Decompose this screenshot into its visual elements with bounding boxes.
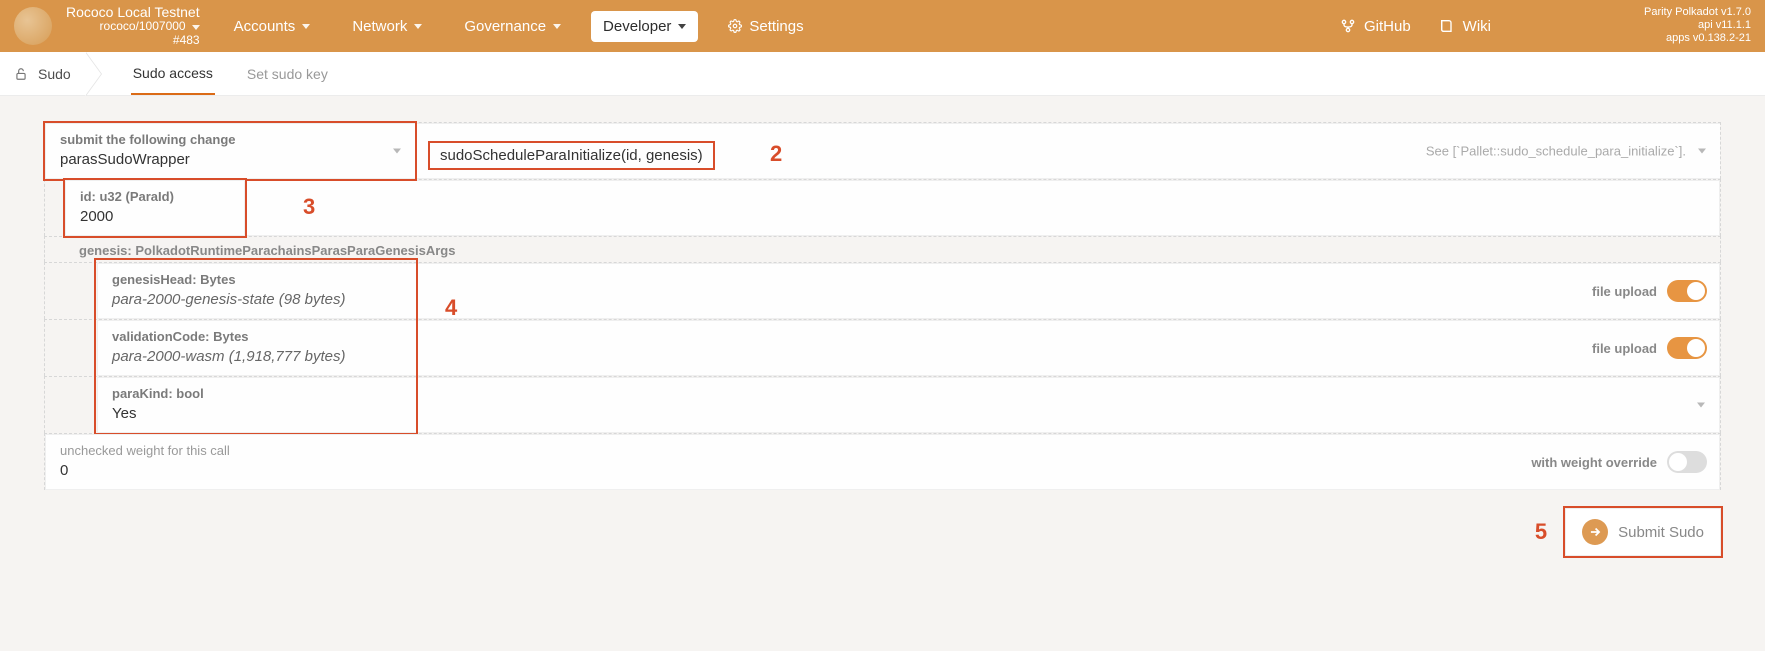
chevron-down-icon [192,25,200,30]
nav-governance[interactable]: Governance [452,11,573,42]
sub-nav: Sudo Sudo access Set sudo key [0,52,1765,96]
version-info: Parity Polkadot v1.7.0 api v11.1.1 apps … [1644,6,1751,46]
nav-network[interactable]: Network [340,11,434,42]
tab-set-sudo-key[interactable]: Set sudo key [245,54,330,94]
weight-override-group: with weight override [1531,451,1707,473]
row-genesis-head: genesisHead: Bytes para-2000-genesis-sta… [44,262,1721,319]
submit-icon [1582,519,1608,545]
validation-code-label: validationCode: Bytes [112,329,1705,344]
chevron-down-icon [1697,403,1705,408]
weight-field: unchecked weight for this call 0 with we… [45,434,1720,490]
annotation-2: 2 [770,141,782,167]
chevron-down-icon [553,24,561,29]
id-label: id: u32 (ParaId) [80,189,230,204]
top-bar: Rococo Local Testnet rococo/1007000 #483… [0,0,1765,52]
nav-accounts-label: Accounts [234,18,296,35]
row-para-kind: paraKind: bool Yes [44,376,1721,433]
network-chain-text: rococo/1007000 [100,20,186,34]
version-line-2: api v11.1.1 [1644,19,1751,32]
validation-code-value: para-2000-wasm (1,918,777 bytes) [112,348,1705,365]
wiki-link[interactable]: Wiki [1439,18,1491,35]
chevron-down-icon [678,24,686,29]
row-weight: unchecked weight for this call 0 with we… [44,433,1721,490]
branch-icon [1340,18,1356,34]
breadcrumb-label: Sudo [38,66,71,82]
method-value: sudoScheduleParaInitialize(id, genesis) [430,143,713,168]
gear-icon [728,19,742,33]
annotation-4: 4 [445,295,457,321]
chevron-down-icon [302,24,310,29]
module-value: parasSudoWrapper [60,151,401,168]
row-module-method: submit the following change parasSudoWra… [44,122,1721,179]
unlock-icon [14,67,28,81]
chevron-down-icon [1698,149,1706,154]
book-icon [1439,18,1455,34]
github-link[interactable]: GitHub [1340,18,1411,35]
chain-avatar [14,7,52,45]
nav-accounts[interactable]: Accounts [222,11,323,42]
weight-label: unchecked weight for this call [60,443,1705,458]
top-right-links: GitHub Wiki [1340,18,1491,35]
section-label: submit the following change [60,132,401,147]
row-validation-code: validationCode: Bytes para-2000-wasm (1,… [44,319,1721,376]
weight-override-label: with weight override [1531,455,1657,470]
chevron-down-icon [393,149,401,154]
nav-settings[interactable]: Settings [716,11,815,42]
toggle-file-upload-validation-code[interactable] [1667,337,1707,359]
nav-developer[interactable]: Developer [591,11,698,42]
genesis-head-value: para-2000-genesis-state (98 bytes) [112,291,1705,308]
sudo-form-panel: submit the following change parasSudoWra… [44,122,1721,556]
method-hint: See [`Pallet::sudo_schedule_para_initial… [1426,144,1686,159]
row-id: id: u32 (ParaId) 2000 3 [44,179,1721,236]
submit-row: 5 Submit Sudo [44,508,1721,556]
genesis-head-field[interactable]: genesisHead: Bytes para-2000-genesis-sta… [97,263,1720,319]
id-field-highlight: id: u32 (ParaId) 2000 [65,180,245,236]
breadcrumb[interactable]: Sudo [14,66,101,82]
module-dropdown[interactable]: submit the following change parasSudoWra… [45,123,415,179]
version-line-1: Parity Polkadot v1.7.0 [1644,6,1751,19]
chevron-down-icon [414,24,422,29]
para-kind-value: Yes [112,405,1705,422]
para-kind-label: paraKind: bool [112,386,1705,401]
network-title: Rococo Local Testnet [66,4,200,20]
annotation-5: 5 [1535,519,1547,545]
method-dropdown[interactable]: sudoScheduleParaInitialize(id, genesis) … [415,123,1720,179]
id-value: 2000 [80,208,230,225]
main-nav: Accounts Network Governance Developer Se… [222,11,816,42]
network-info[interactable]: Rococo Local Testnet rococo/1007000 #483 [66,4,200,48]
weight-value: 0 [60,462,1705,479]
submit-label: Submit Sudo [1618,524,1704,541]
nav-network-label: Network [352,18,407,35]
nav-developer-label: Developer [603,18,671,35]
nav-settings-label: Settings [749,18,803,35]
genesis-head-label: genesisHead: Bytes [112,272,1705,287]
submit-sudo-button[interactable]: Submit Sudo [1565,508,1721,556]
upload-label: file upload [1592,284,1657,299]
version-line-3: apps v0.138.2-21 [1644,32,1751,45]
network-block: #483 [173,34,200,48]
toggle-file-upload-genesis-head[interactable] [1667,280,1707,302]
file-upload-genesis-head: file upload [1592,280,1707,302]
file-upload-validation-code: file upload [1592,337,1707,359]
id-input[interactable] [245,180,1720,236]
network-chain: rococo/1007000 [100,20,200,34]
toggle-weight-override[interactable] [1667,451,1707,473]
nav-governance-label: Governance [464,18,546,35]
tab-sudo-access[interactable]: Sudo access [131,53,215,95]
row-genesis-label: genesis: PolkadotRuntimeParachainsParasP… [44,236,1721,262]
upload-label: file upload [1592,341,1657,356]
annotation-3: 3 [303,194,315,220]
genesis-label: genesis: PolkadotRuntimeParachainsParasP… [65,237,469,262]
github-label: GitHub [1364,18,1411,35]
validation-code-field[interactable]: validationCode: Bytes para-2000-wasm (1,… [97,320,1720,376]
wiki-label: Wiki [1463,18,1491,35]
para-kind-dropdown[interactable]: paraKind: bool Yes [97,377,1720,433]
